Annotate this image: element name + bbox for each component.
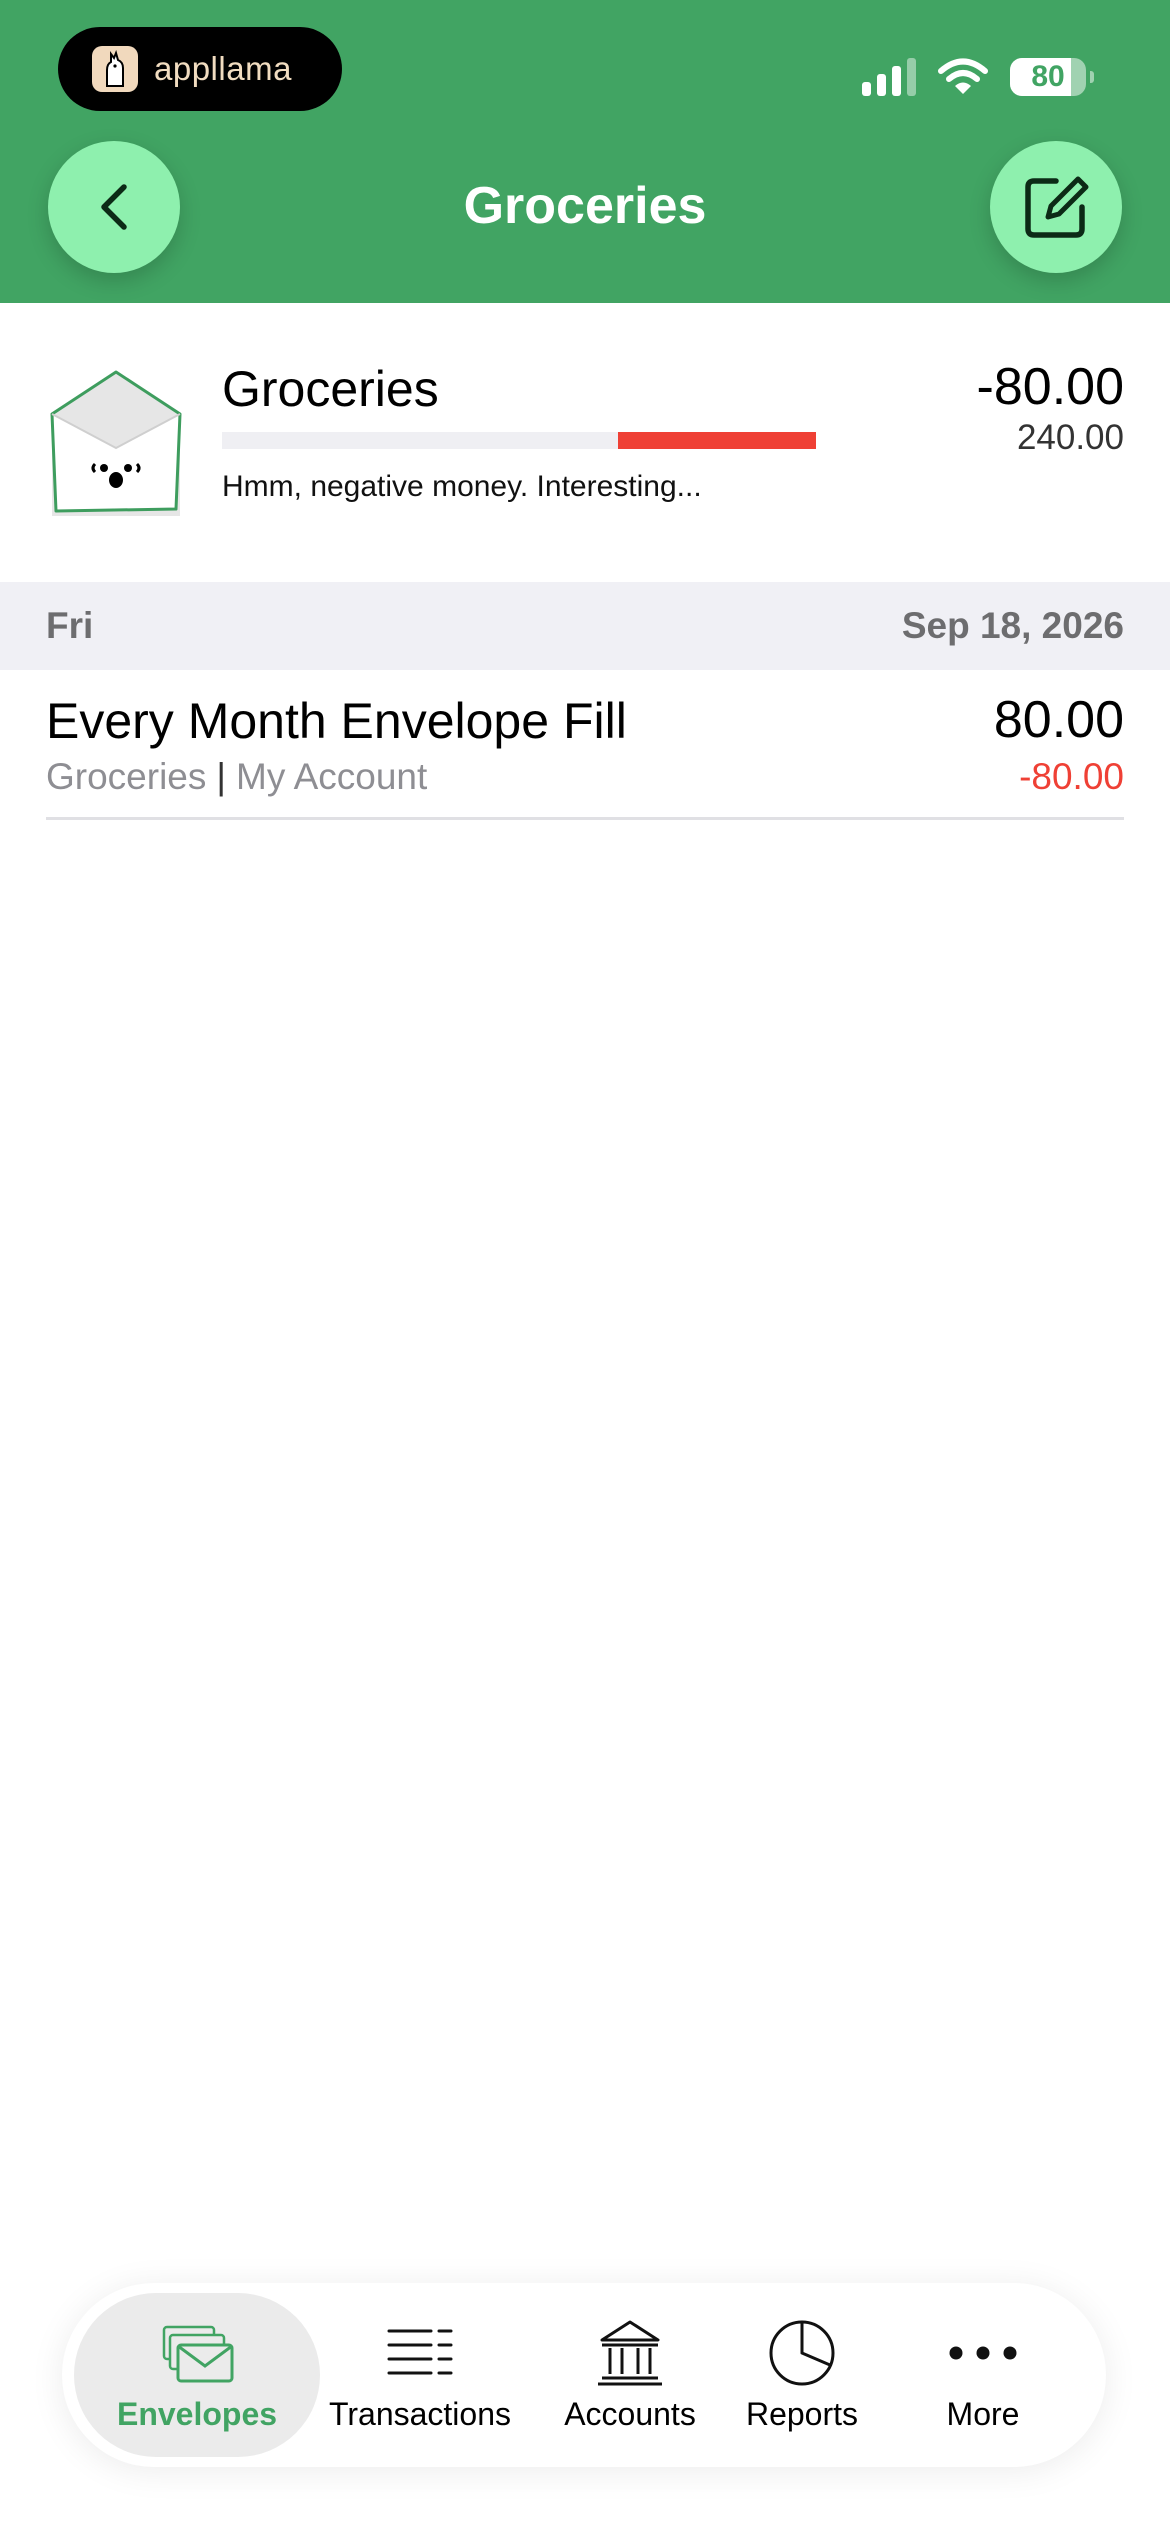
envelope-name: Groceries [222, 361, 439, 417]
tab-label: Accounts [564, 2395, 696, 2432]
llama-logo-icon [92, 46, 138, 92]
open-envelope-face-icon [50, 370, 182, 516]
date-section-header: Fri Sep 18, 2026 [0, 582, 1170, 670]
bank-icon [598, 2320, 662, 2385]
tab-label: Reports [745, 2395, 859, 2432]
envelopes-icon [162, 2325, 234, 2382]
transaction-subtitle: Groceries | My Account [46, 756, 427, 798]
tab-more[interactable]: More [898, 2293, 1068, 2457]
bottom-tab-bar: Envelopes Transactions Accounts Reports … [62, 2283, 1106, 2467]
battery-level: 80 [1031, 60, 1065, 93]
tab-label: Transactions [329, 2395, 511, 2432]
wifi-icon [938, 58, 988, 94]
transaction-account: My Account [236, 756, 428, 797]
edit-icon [1025, 176, 1089, 238]
edit-button[interactable] [990, 141, 1122, 273]
tab-accounts[interactable]: Accounts [530, 2293, 730, 2457]
tab-reports[interactable]: Reports [712, 2293, 892, 2457]
tab-envelopes[interactable]: Envelopes [74, 2293, 320, 2457]
navigation-header: appllama 80 Groceries [0, 0, 1170, 303]
more-icon [949, 2346, 1017, 2359]
tab-label: Envelopes [116, 2395, 278, 2432]
tab-label: More [946, 2395, 1020, 2432]
envelope-budget: 240.00 [1016, 418, 1124, 457]
list-icon [387, 2329, 453, 2374]
battery-icon: 80 [1010, 58, 1086, 96]
envelope-overspent-fill [618, 432, 816, 449]
tab-transactions[interactable]: Transactions [320, 2293, 520, 2457]
transaction-amount: 80.00 [993, 691, 1124, 749]
pie-chart-icon [769, 2320, 835, 2385]
app-badge: appllama [58, 27, 342, 111]
transaction-envelope: Groceries [46, 756, 207, 797]
transaction-envelope-amount: -80.00 [1019, 756, 1124, 797]
section-weekday: Fri [46, 605, 94, 646]
cellular-signal-icon [862, 58, 916, 96]
status-bar: 80 [862, 58, 1094, 96]
transaction-title: Every Month Envelope Fill [46, 693, 627, 749]
envelope-note: Hmm, negative money. Interesting... [222, 470, 702, 503]
app-badge-name: appllama [154, 50, 292, 87]
envelope-progress-bar [222, 432, 816, 449]
section-date: Sep 18, 2026 [901, 605, 1124, 646]
transaction-row[interactable]: Every Month Envelope Fill Groceries | My A… [46, 670, 1124, 820]
envelope-balance: -80.00 [976, 358, 1124, 416]
transaction-separator: | [216, 756, 227, 797]
